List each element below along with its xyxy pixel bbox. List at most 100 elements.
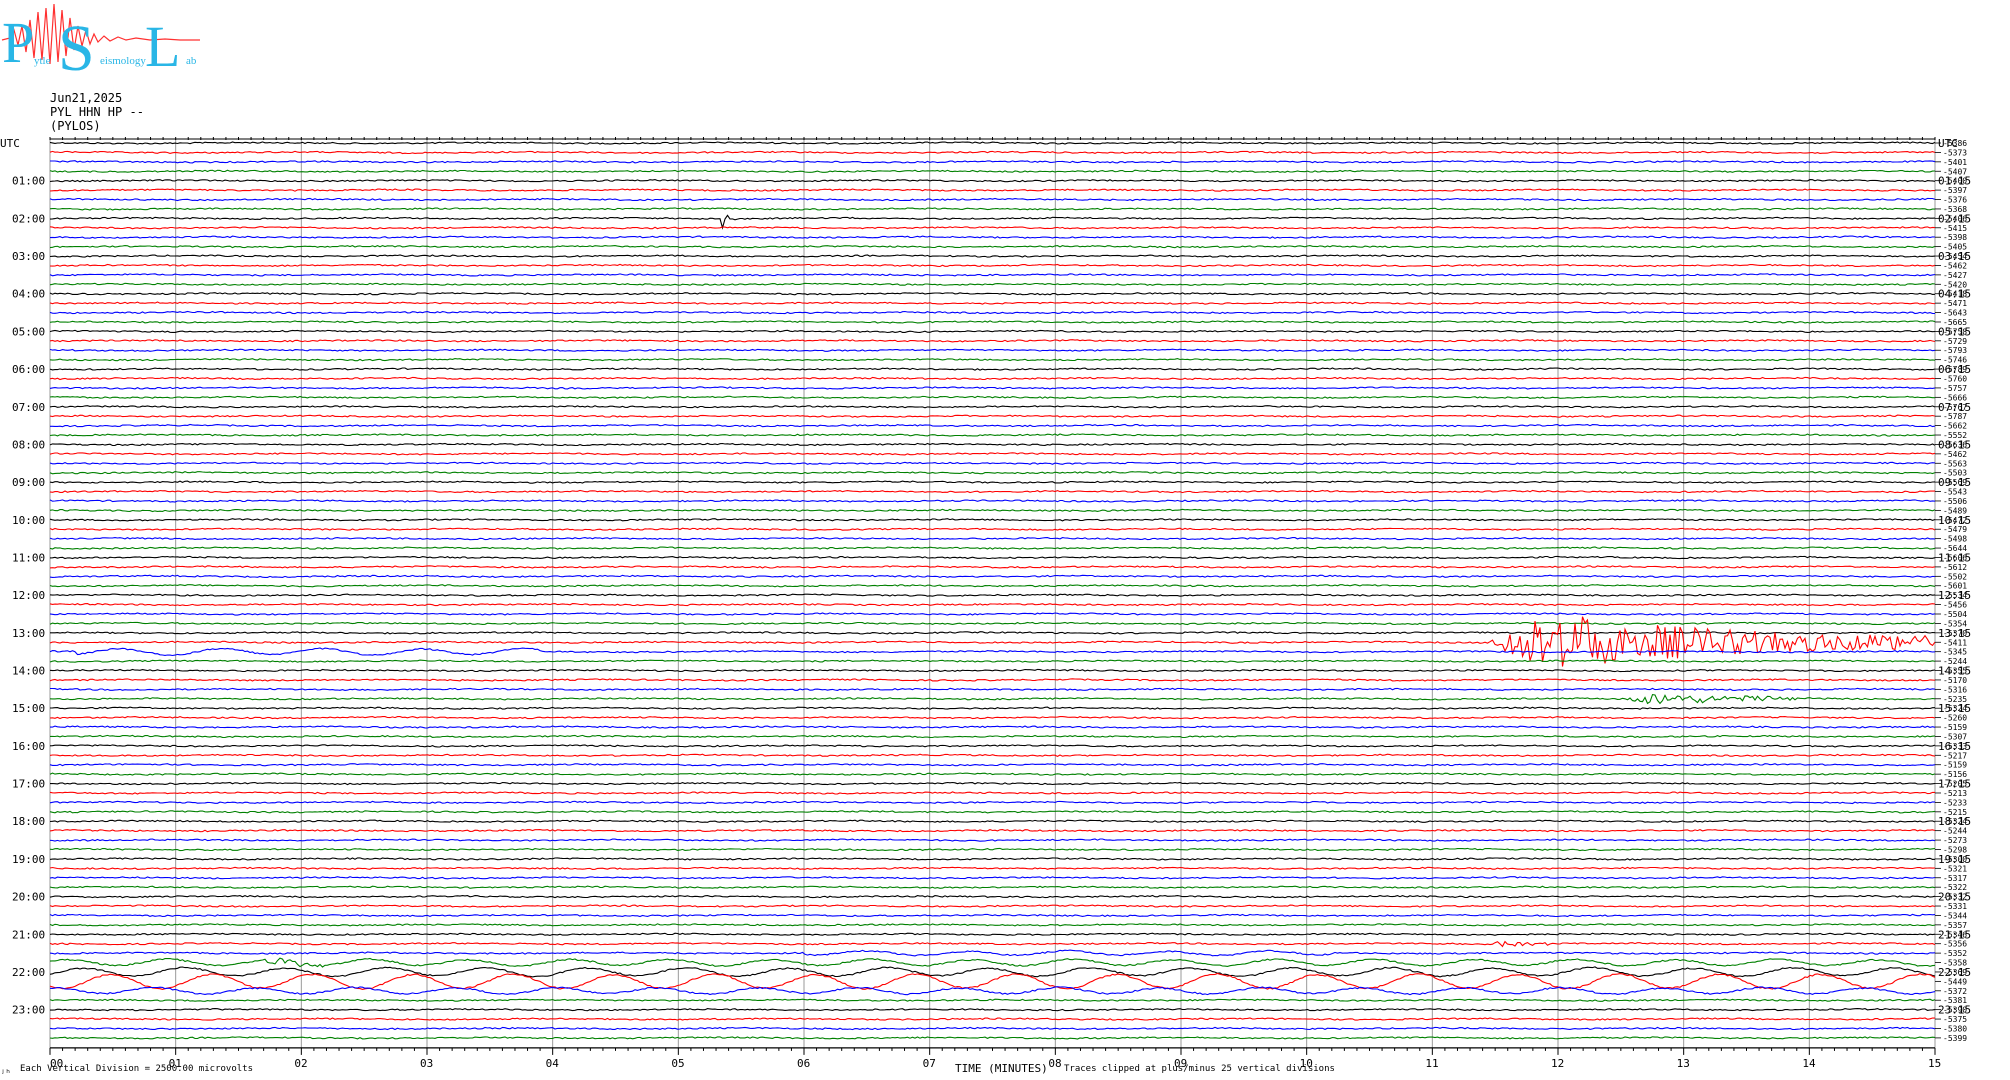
trace-value-label: -5563 (1943, 459, 1967, 468)
seismic-trace (49, 179, 1936, 183)
hour-label-left: 10:00 (12, 514, 45, 527)
x-tick-label: 02 (294, 1057, 307, 1070)
seismic-trace (49, 791, 1935, 795)
seismic-trace (49, 376, 1936, 381)
hour-label-right: 07:15 (1938, 401, 1971, 414)
footer-mark: ⱼₕ (0, 1066, 11, 1076)
x-tick-label: 14 (1802, 1057, 1816, 1070)
seismic-trace (49, 386, 1936, 390)
hour-label-right: 02:15 (1938, 212, 1971, 225)
hour-label-left: 06:00 (12, 363, 45, 376)
seismic-trace (49, 565, 1936, 569)
seismic-trace (49, 574, 1936, 578)
hour-label-right: 10:15 (1938, 514, 1971, 527)
hour-label-left: 17:00 (12, 778, 45, 791)
seismic-trace (49, 197, 1936, 202)
seismic-trace (49, 348, 1936, 352)
hour-label-left: 03:00 (12, 250, 45, 263)
seismic-trace (49, 339, 1936, 343)
hour-label-left: 08:00 (12, 438, 45, 451)
trace-value-label: -5643 (1943, 309, 1967, 318)
hour-label-left: 20:00 (12, 891, 45, 904)
hour-label-right: 16:15 (1938, 740, 1971, 753)
seismic-trace (49, 857, 1936, 861)
trace-value-label: -5159 (1943, 723, 1967, 732)
seismic-trace (49, 847, 1936, 852)
seismic-trace (50, 160, 1936, 164)
hour-label-right: 13:15 (1938, 627, 1971, 640)
trace-value-label: -5380 (1943, 1024, 1967, 1033)
seismic-trace (49, 828, 1936, 833)
seismic-trace (49, 214, 1936, 230)
seismic-trace (49, 716, 1936, 720)
seismic-trace (49, 894, 1936, 899)
scale-note: Each Vertical Division = 2500.00 microvo… (20, 1064, 253, 1074)
hour-label-left: 07:00 (12, 401, 45, 414)
seismic-trace (49, 461, 1936, 465)
hour-label-right: 20:15 (1938, 891, 1971, 904)
hour-label-right: 09:15 (1938, 476, 1971, 489)
x-tick-label: 12 (1551, 1057, 1564, 1070)
seismic-trace (49, 781, 1936, 786)
trace-value-label: -5372 (1943, 987, 1967, 996)
seismic-trace (49, 932, 1936, 936)
hour-label-left: 18:00 (12, 815, 45, 828)
seismic-trace (49, 763, 1936, 767)
hour-label-right: 14:15 (1938, 665, 1971, 678)
seismic-trace (49, 329, 1936, 334)
x-tick-label: 06 (797, 1057, 810, 1070)
seismic-trace (49, 913, 1936, 918)
seismic-trace (49, 923, 1936, 927)
x-axis-label: TIME (MINUTES) (955, 1062, 1048, 1075)
trace-value-label: -5273 (1943, 836, 1967, 845)
hour-label-left: 11:00 (12, 551, 45, 564)
seismic-trace (49, 357, 1936, 362)
hour-label-left: 09:00 (12, 476, 45, 489)
seismic-trace (49, 647, 1936, 657)
seismic-trace (49, 405, 1936, 409)
trace-value-label: -5502 (1943, 572, 1967, 581)
seismic-trace (49, 972, 1936, 990)
x-tick-label: 04 (546, 1057, 560, 1070)
seismic-trace (49, 593, 1936, 597)
seismic-trace (49, 226, 1936, 230)
seismic-trace (49, 273, 1936, 277)
hour-label-left: 16:00 (12, 740, 45, 753)
hour-label-left: 15:00 (12, 702, 45, 715)
hour-label-right: 03:15 (1938, 250, 1971, 263)
seismic-trace (49, 819, 1936, 823)
seismic-trace (49, 866, 1936, 870)
hour-label-left: 14:00 (12, 665, 45, 678)
trace-value-label: -5506 (1943, 497, 1967, 506)
seismic-trace (49, 235, 1936, 239)
hour-label-right: 15:15 (1938, 702, 1971, 715)
seismic-trace (49, 499, 1936, 503)
seismic-trace (49, 527, 1936, 531)
x-tick-label: 03 (420, 1057, 433, 1070)
hour-label-right: 12:15 (1938, 589, 1971, 602)
hour-label-right: 01:15 (1938, 175, 1971, 188)
trace-value-label: -5427 (1943, 271, 1967, 280)
seismic-trace (49, 518, 1936, 522)
seismic-trace (49, 810, 1936, 814)
trace-value-label: -5344 (1943, 911, 1967, 920)
seismic-trace (49, 602, 1936, 607)
trace-value-label: -5504 (1943, 610, 1967, 619)
seismic-trace (49, 584, 1936, 588)
x-tick-label: 13 (1677, 1057, 1690, 1070)
seismic-trace (49, 885, 1936, 889)
trace-value-label: -5498 (1943, 535, 1967, 544)
trace-value-label: -5757 (1943, 384, 1967, 393)
seismic-trace (49, 693, 1936, 705)
seismic-trace (50, 631, 1936, 635)
hour-label-right: 04:15 (1938, 288, 1971, 301)
seismic-trace (49, 949, 1936, 957)
seismic-trace (49, 442, 1936, 447)
clip-note: Traces clipped at plus/minus 25 vertical… (1064, 1064, 1335, 1074)
trace-value-label: -5398 (1943, 233, 1967, 242)
seismic-trace (49, 489, 1936, 494)
trace-value-label: -5662 (1943, 422, 1967, 431)
seismic-trace (49, 414, 1936, 418)
trace-value-label: -5345 (1943, 648, 1967, 657)
trace-value-label: -5159 (1943, 761, 1967, 770)
